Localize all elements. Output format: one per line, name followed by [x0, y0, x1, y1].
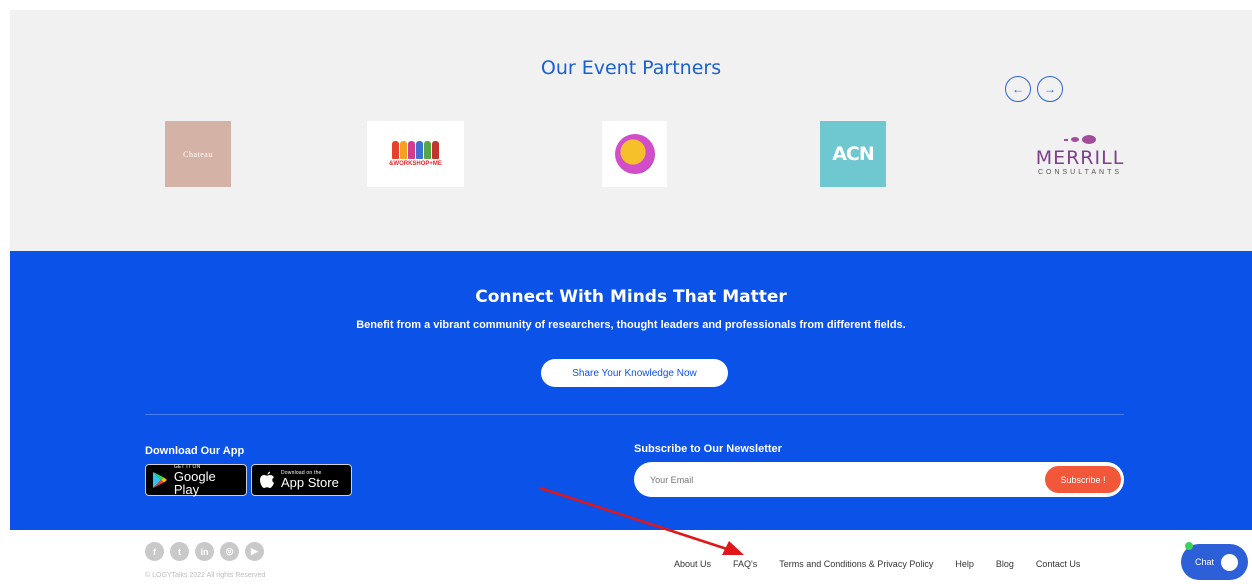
share-knowledge-button[interactable]: Share Your Knowledge Now	[541, 359, 728, 387]
subscribe-button[interactable]: Subscribe !	[1045, 466, 1121, 493]
footer-link-faq[interactable]: FAQ's	[733, 559, 757, 569]
linkedin-icon[interactable]: in	[195, 542, 214, 561]
copyright: © LOGYTalks 2022 All rights Reserved	[145, 572, 266, 579]
footer-nav: About Us FAQ's Terms and Conditions & Pr…	[674, 559, 1080, 569]
carousel-next-button[interactable]: →	[1037, 76, 1063, 102]
google-play-badge[interactable]: GET IT ON Google Play	[145, 464, 247, 496]
partners-title: Our Event Partners	[540, 57, 722, 79]
footer-link-contact[interactable]: Contact Us	[1036, 559, 1081, 569]
footer-link-terms[interactable]: Terms and Conditions & Privacy Policy	[779, 559, 933, 569]
newsletter-form: Subscribe !	[634, 462, 1124, 497]
page: Our Event Partners ← → Chateau &WORKSHOP…	[0, 0, 1252, 584]
social-links: f t in ◎ ▶	[145, 542, 264, 561]
partner-logo-workshop[interactable]: &WORKSHOP+ME	[367, 121, 464, 187]
footer: f t in ◎ ▶ © LOGYTalks 2022 All rights R…	[10, 530, 1252, 584]
divider	[145, 414, 1124, 415]
footer-link-about[interactable]: About Us	[674, 559, 711, 569]
merrill-dots	[1064, 133, 1096, 147]
partner-logo-chateau[interactable]: Chateau	[165, 121, 231, 187]
cta-subtitle: Benefit from a vibrant community of rese…	[356, 319, 906, 331]
chat-label: Chat	[1195, 557, 1215, 567]
partner-logo-merrill[interactable]: MERRILL CONSULTANTS	[1015, 121, 1145, 187]
arrow-right-icon: →	[1044, 82, 1056, 96]
email-input[interactable]	[650, 474, 1045, 485]
connect-section: Connect With Minds That Matter Benefit f…	[10, 251, 1252, 530]
facebook-icon[interactable]: f	[145, 542, 164, 561]
circle-emblem	[614, 134, 655, 174]
online-status-dot	[1185, 542, 1193, 550]
partner-logo-circle[interactable]	[602, 121, 667, 187]
partner-logo-acn[interactable]: ACN	[820, 121, 886, 187]
chat-button[interactable]: Chat	[1181, 542, 1248, 580]
app-store-badge[interactable]: Download on the App Store	[251, 464, 352, 496]
cta-title: Connect With Minds That Matter	[475, 287, 787, 307]
footer-link-blog[interactable]: Blog	[996, 559, 1014, 569]
workshop-figures	[392, 141, 439, 159]
carousel-nav: ← →	[1005, 76, 1063, 102]
newsletter-label: Subscribe to Our Newsletter	[634, 443, 782, 455]
instagram-icon[interactable]: ◎	[220, 542, 239, 561]
download-app-label: Download Our App	[145, 445, 245, 457]
event-partners-section: Our Event Partners ← → Chateau &WORKSHOP…	[10, 10, 1252, 251]
youtube-icon[interactable]: ▶	[245, 542, 264, 561]
carousel-prev-button[interactable]: ←	[1005, 76, 1031, 102]
apple-icon	[258, 471, 276, 489]
twitter-icon[interactable]: t	[170, 542, 189, 561]
footer-link-help[interactable]: Help	[955, 559, 974, 569]
arrow-left-icon: ←	[1012, 82, 1024, 96]
google-play-icon	[152, 471, 169, 489]
chat-bubble-icon	[1221, 553, 1239, 571]
